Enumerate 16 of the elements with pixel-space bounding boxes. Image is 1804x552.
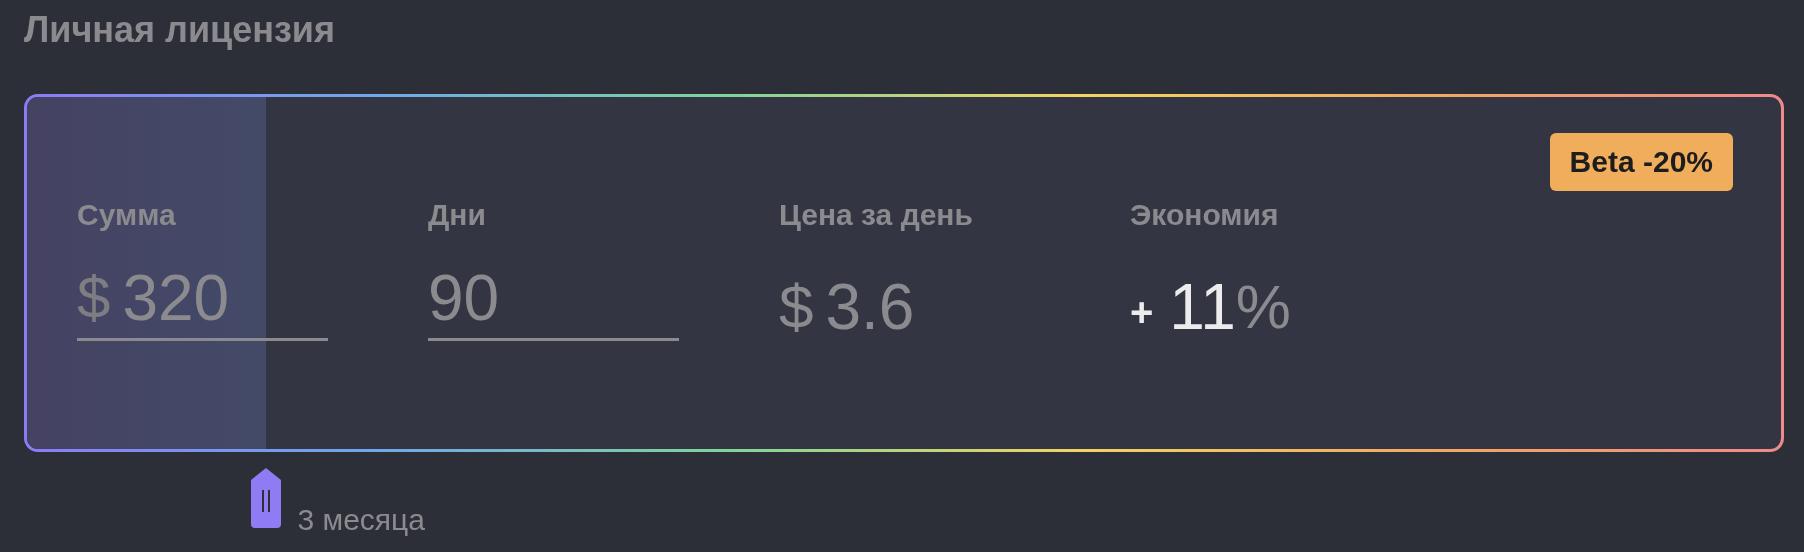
percent-sign: % — [1235, 271, 1291, 343]
days-input[interactable]: 90 — [428, 260, 578, 336]
field-label: Дни — [428, 197, 487, 233]
field-label: Экономия — [1130, 197, 1280, 233]
discount-badge: Beta -20% — [1549, 133, 1733, 191]
field-label: Цена за день — [779, 197, 974, 233]
license-card: Beta -20% Сумма $ 320 Дни 90 Цена за день $ 3.6 Экономия + 11% — [24, 94, 1784, 452]
slider-handle[interactable] — [250, 468, 281, 528]
currency-sign: $ — [779, 271, 814, 343]
stat-value: 3.6 — [825, 270, 915, 345]
amount-input[interactable]: 320 — [122, 260, 273, 336]
plus-sign: + — [1130, 289, 1154, 336]
stat-value: 11 — [1169, 270, 1236, 345]
slider-label: 3 месяца — [297, 502, 425, 538]
field-label: Сумма — [77, 197, 177, 233]
page-title: Личная лицензия — [24, 8, 336, 52]
